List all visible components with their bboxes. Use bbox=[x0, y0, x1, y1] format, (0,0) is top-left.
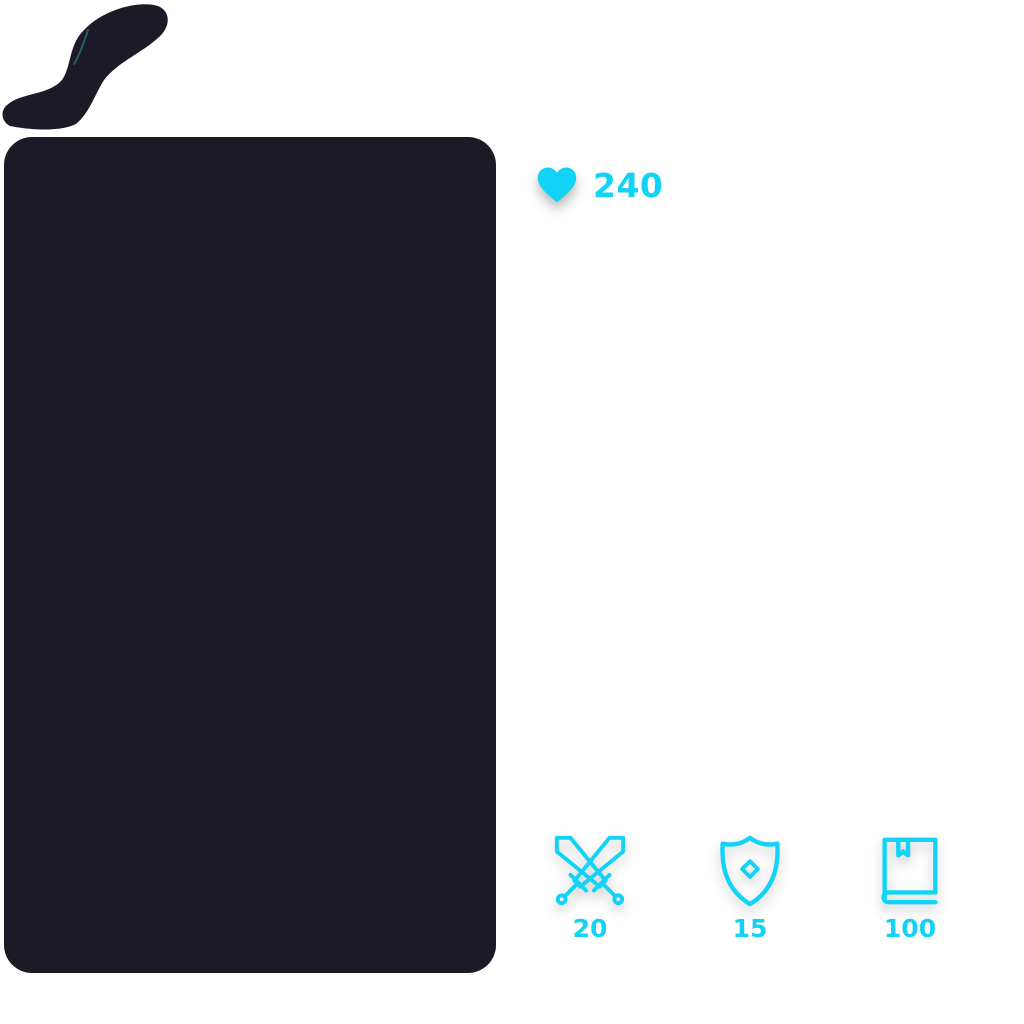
crossed-swords-icon bbox=[554, 835, 626, 906]
brush-stroke-icon bbox=[2, 4, 168, 130]
character-screen: 240 20 15 100 bbox=[0, 0, 1024, 1024]
book-icon bbox=[881, 837, 938, 905]
character-card-panel bbox=[4, 137, 496, 973]
health-stat: 240 bbox=[536, 162, 663, 208]
defense-value: 15 bbox=[732, 914, 768, 943]
defense-stat: 15 bbox=[690, 832, 810, 941]
health-value: 240 bbox=[593, 165, 664, 205]
shield-icon bbox=[720, 835, 780, 907]
attack-stat: 20 bbox=[530, 832, 650, 941]
knowledge-stat: 100 bbox=[850, 832, 970, 941]
attack-value: 20 bbox=[572, 914, 608, 943]
knowledge-value: 100 bbox=[883, 914, 937, 943]
heart-icon bbox=[537, 167, 577, 203]
